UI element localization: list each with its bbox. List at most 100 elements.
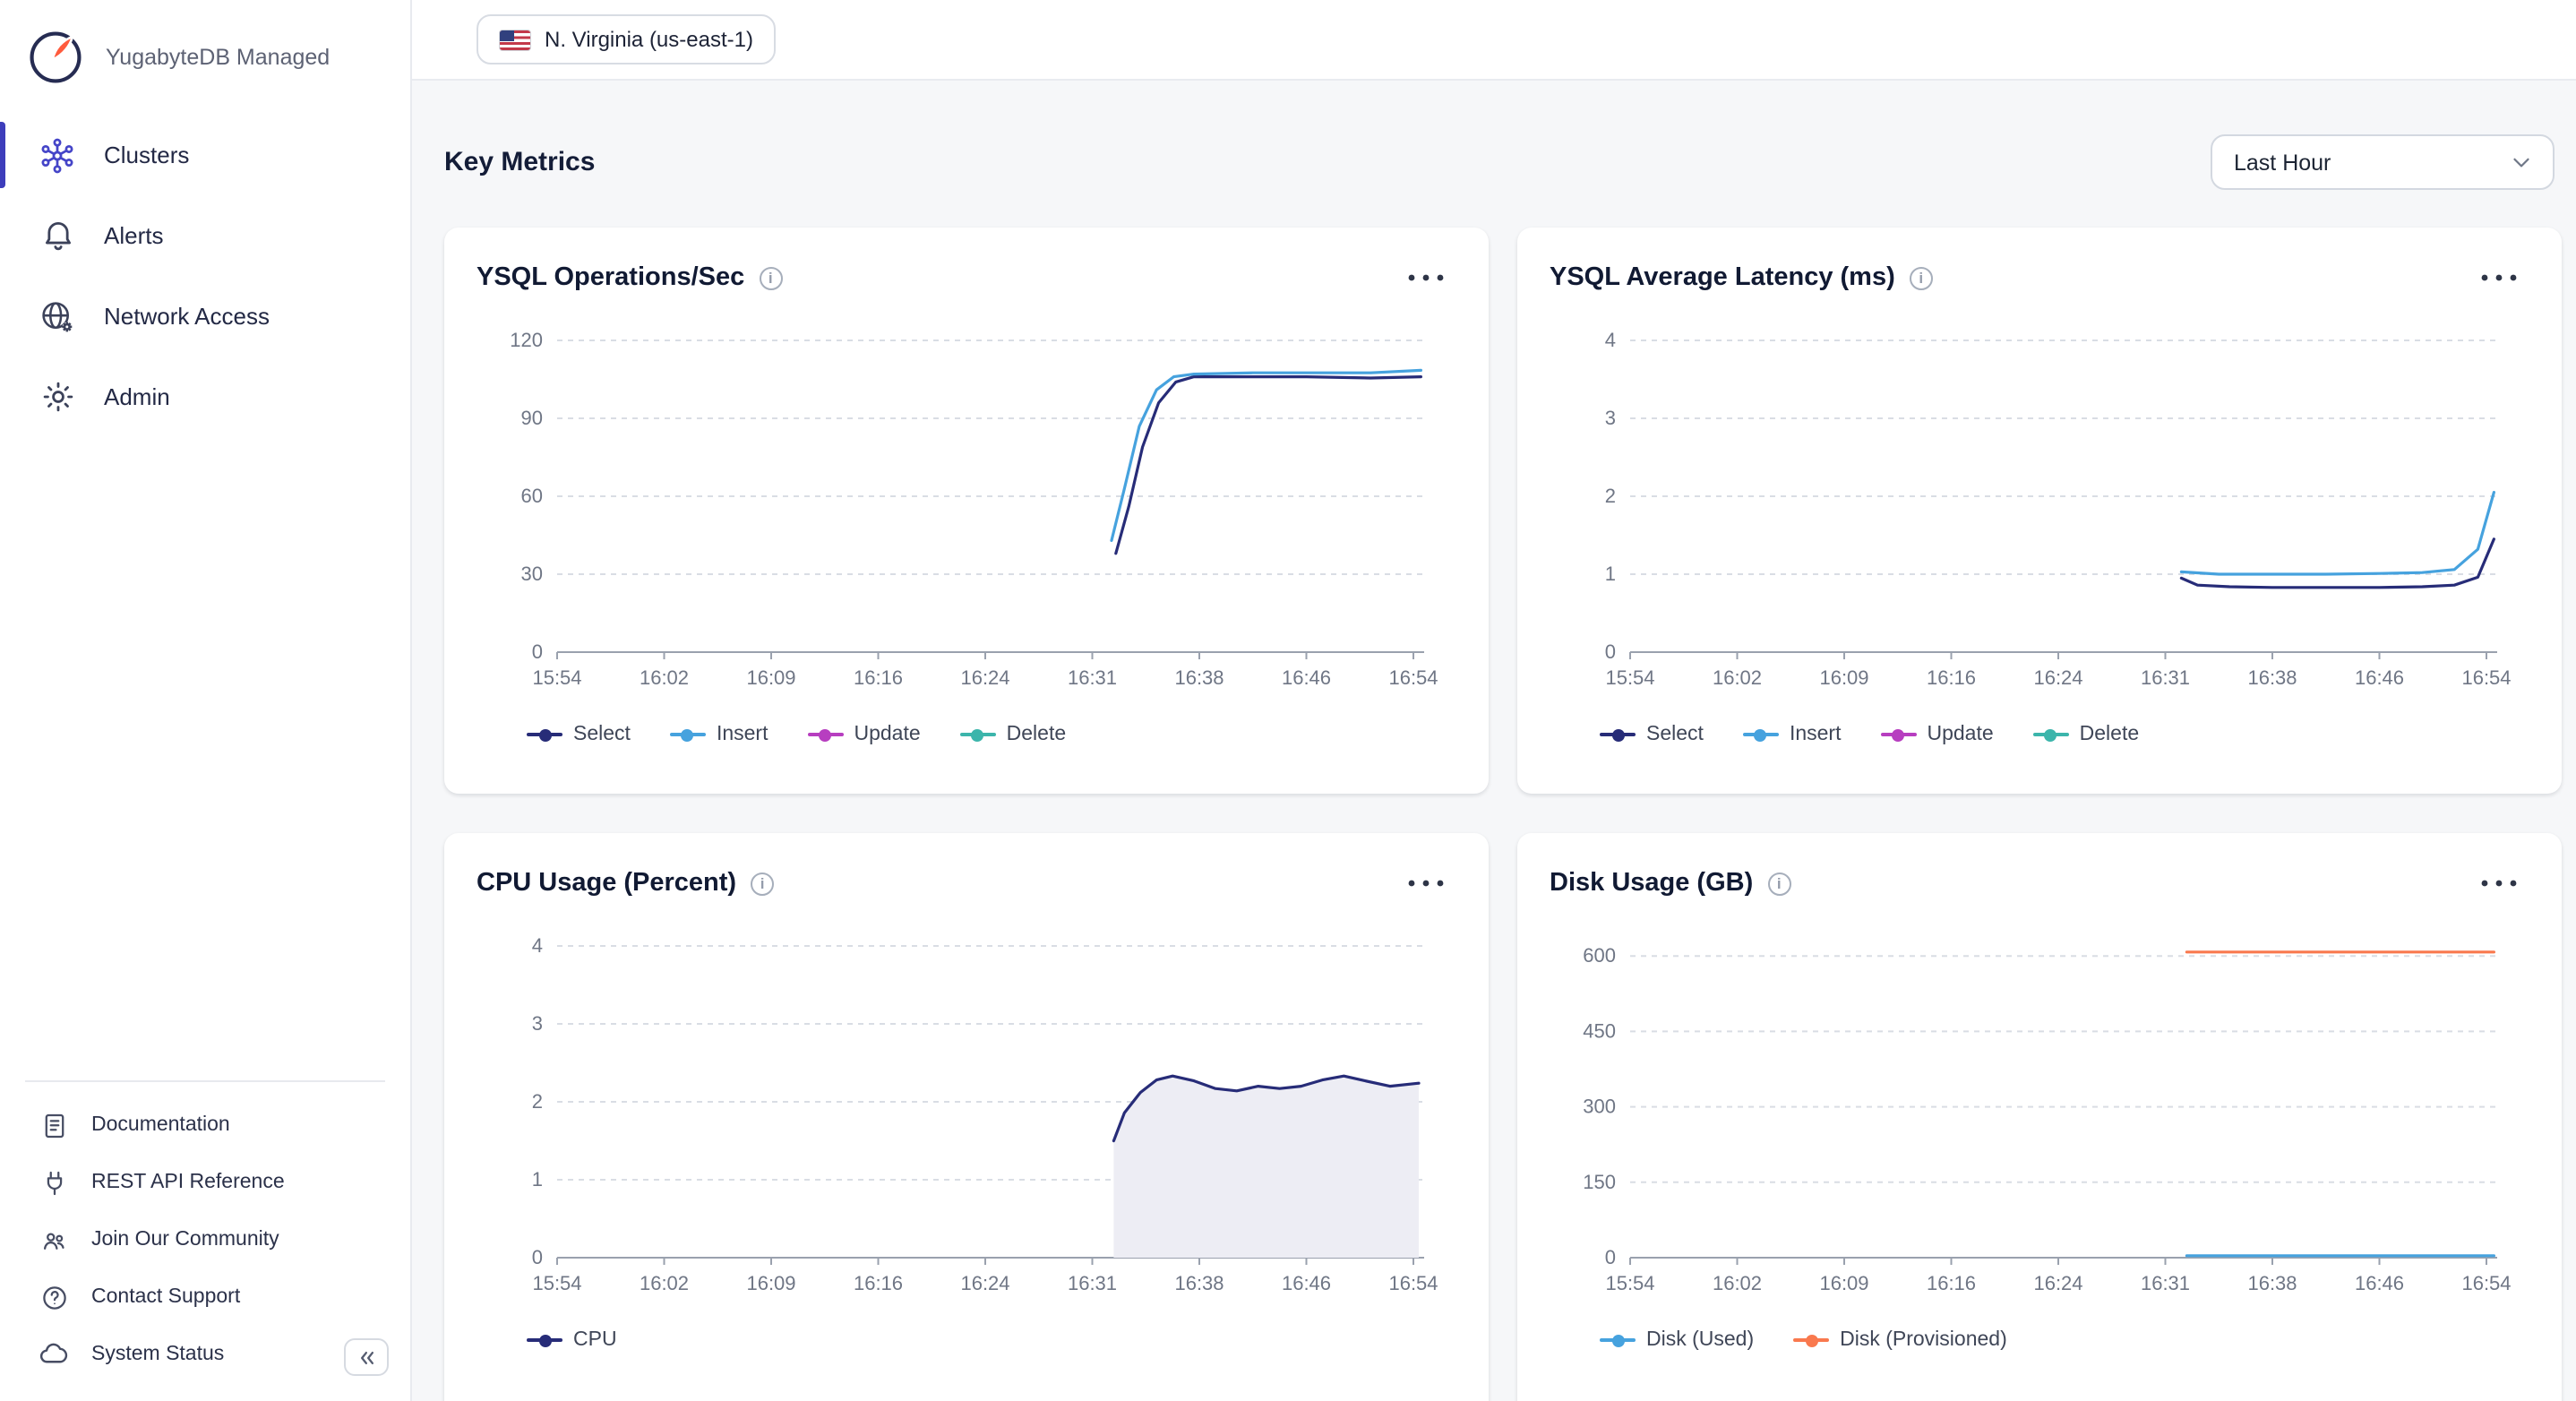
community-icon bbox=[38, 1224, 70, 1256]
svg-text:16:38: 16:38 bbox=[1174, 1272, 1224, 1294]
legend-item-cpu[interactable]: CPU bbox=[527, 1329, 617, 1351]
svg-text:16:38: 16:38 bbox=[2247, 666, 2297, 689]
svg-text:2: 2 bbox=[1605, 485, 1616, 507]
sidebar-footer-label: Join Our Community bbox=[91, 1229, 279, 1251]
chart-menu-button[interactable] bbox=[1399, 263, 1453, 292]
chart-plot-cpu-usage: 0123415:5416:0216:0916:1616:2416:3116:38… bbox=[444, 907, 1489, 1322]
svg-text:16:16: 16:16 bbox=[854, 1272, 903, 1294]
svg-text:2: 2 bbox=[532, 1090, 543, 1113]
svg-text:3: 3 bbox=[1605, 407, 1616, 429]
sidebar-item-network-access[interactable]: Network Access bbox=[0, 276, 410, 357]
us-flag-icon bbox=[500, 30, 530, 49]
info-icon[interactable]: i bbox=[751, 872, 774, 895]
region-chip[interactable]: N. Virginia (us-east-1) bbox=[477, 14, 777, 64]
svg-text:4: 4 bbox=[1605, 329, 1616, 351]
chart-title: YSQL Operations/Sec bbox=[477, 263, 744, 292]
legend-item-delete[interactable]: Delete bbox=[2033, 724, 2140, 745]
yugabytedb-logo-icon bbox=[23, 25, 88, 90]
metric-card-ysql-latency: YSQL Average Latency (ms)i0123415:5416:0… bbox=[1517, 228, 2562, 794]
chart-legend: Disk (Used) Disk (Provisioned) bbox=[1517, 1329, 2562, 1351]
svg-text:1: 1 bbox=[532, 1168, 543, 1190]
legend-label: Delete bbox=[2080, 724, 2140, 745]
legend-item-select[interactable]: Select bbox=[1600, 724, 1704, 745]
legend-marker bbox=[1880, 726, 1916, 743]
sidebar-item-label: Alerts bbox=[104, 222, 163, 249]
sidebar-footer-item-rest-api-reference[interactable]: REST API Reference bbox=[0, 1154, 410, 1211]
metrics-grid: YSQL Operations/Sec i 030609012015:5416:02… bbox=[444, 228, 2562, 1401]
info-icon[interactable]: i bbox=[759, 266, 782, 289]
legend-label: Insert bbox=[717, 724, 769, 745]
legend-item-disk-provisioned[interactable]: Disk (Provisioned) bbox=[1793, 1329, 2007, 1351]
svg-text:150: 150 bbox=[1583, 1171, 1616, 1193]
main-area: N. Virginia (us-east-1) Key Metrics Last… bbox=[412, 0, 2576, 1401]
svg-text:16:09: 16:09 bbox=[1819, 1272, 1868, 1294]
legend-marker bbox=[527, 1332, 562, 1348]
svg-text:1: 1 bbox=[1605, 563, 1616, 585]
sidebar-footer-item-join-our-community[interactable]: Join Our Community bbox=[0, 1211, 410, 1268]
legend-marker bbox=[2033, 726, 2069, 743]
chart-header: YSQL Operations/Sec i bbox=[444, 228, 1489, 301]
brand[interactable]: YugabyteDB Managed bbox=[0, 0, 410, 107]
legend-label: Disk (Used) bbox=[1646, 1329, 1754, 1351]
legend-item-delete[interactable]: Delete bbox=[960, 724, 1067, 745]
legend-item-insert[interactable]: Insert bbox=[1743, 724, 1842, 745]
chart-menu-button[interactable] bbox=[2472, 869, 2526, 898]
sidebar-footer-item-contact-support[interactable]: Contact Support bbox=[0, 1268, 410, 1326]
svg-text:16:02: 16:02 bbox=[1713, 1272, 1762, 1294]
chart-plot-ysql-operations: 030609012015:5416:0216:0916:1616:2416:31… bbox=[444, 301, 1489, 717]
time-range-select[interactable]: Last Hour bbox=[2211, 134, 2555, 190]
sidebar-item-clusters[interactable]: Clusters bbox=[0, 115, 410, 195]
sidebar-footer: Documentation REST API Reference Join Our … bbox=[0, 1080, 410, 1401]
svg-text:16:24: 16:24 bbox=[2033, 666, 2082, 689]
svg-text:16:02: 16:02 bbox=[640, 1272, 689, 1294]
legend-marker bbox=[1600, 726, 1636, 743]
legend-label: Select bbox=[573, 724, 631, 745]
sidebar-collapse-button[interactable] bbox=[344, 1338, 389, 1376]
legend-marker bbox=[960, 726, 996, 743]
metric-card-cpu-usage: CPU Usage (Percent)i0123415:5416:0216:09… bbox=[444, 833, 1489, 1401]
sidebar: YugabyteDB Managed Clusters Alerts Network… bbox=[0, 0, 412, 1401]
legend-item-update[interactable]: Update bbox=[1880, 724, 1993, 745]
sidebar-footer-item-documentation[interactable]: Documentation bbox=[0, 1096, 410, 1154]
chart-menu-button[interactable] bbox=[2472, 263, 2526, 292]
info-icon[interactable]: i bbox=[1767, 872, 1790, 895]
chart-header: YSQL Average Latency (ms) i bbox=[1517, 228, 2562, 301]
sidebar-item-alerts[interactable]: Alerts bbox=[0, 195, 410, 276]
info-icon[interactable]: i bbox=[1910, 266, 1933, 289]
svg-text:16:02: 16:02 bbox=[1713, 666, 1762, 689]
app-window: YugabyteDB Managed Clusters Alerts Network… bbox=[0, 0, 2576, 1401]
svg-text:16:54: 16:54 bbox=[1388, 666, 1438, 689]
legend-item-insert[interactable]: Insert bbox=[670, 724, 769, 745]
chevron-down-icon bbox=[2508, 149, 2535, 176]
network-access-icon bbox=[36, 295, 79, 338]
page-title: Key Metrics bbox=[444, 147, 595, 177]
svg-text:16:16: 16:16 bbox=[1927, 1272, 1976, 1294]
admin-gear-icon bbox=[36, 375, 79, 418]
legend-marker bbox=[670, 726, 706, 743]
legend-marker bbox=[527, 726, 562, 743]
svg-text:450: 450 bbox=[1583, 1019, 1616, 1042]
svg-text:16:16: 16:16 bbox=[1927, 666, 1976, 689]
svg-text:0: 0 bbox=[1605, 1246, 1616, 1268]
svg-text:16:24: 16:24 bbox=[2033, 1272, 2082, 1294]
chart-menu-button[interactable] bbox=[1399, 869, 1453, 898]
svg-text:16:54: 16:54 bbox=[2461, 1272, 2511, 1294]
chart-legend: Select Insert Update Delete bbox=[1517, 724, 2562, 745]
legend-label: Insert bbox=[1790, 724, 1842, 745]
chart-legend: CPU bbox=[444, 1329, 1489, 1351]
sidebar-item-admin[interactable]: Admin bbox=[0, 357, 410, 437]
metric-card-ysql-operations: YSQL Operations/Sec i 030609012015:5416:02… bbox=[444, 228, 1489, 794]
legend-marker bbox=[807, 726, 843, 743]
region-label: N. Virginia (us-east-1) bbox=[545, 27, 753, 52]
documentation-icon bbox=[38, 1109, 70, 1141]
legend-item-update[interactable]: Update bbox=[807, 724, 920, 745]
svg-text:15:54: 15:54 bbox=[1605, 666, 1654, 689]
content: Key Metrics Last Hour YSQL Operations/Se… bbox=[412, 134, 2576, 1401]
legend-item-disk-used[interactable]: Disk (Used) bbox=[1600, 1329, 1754, 1351]
chart-title: YSQL Average Latency (ms) bbox=[1550, 263, 1895, 292]
sidebar-footer-label: Documentation bbox=[91, 1114, 230, 1136]
chart-header: CPU Usage (Percent)i bbox=[444, 833, 1489, 907]
legend-item-select[interactable]: Select bbox=[527, 724, 631, 745]
svg-text:600: 600 bbox=[1583, 944, 1616, 967]
clusters-icon bbox=[36, 133, 79, 176]
